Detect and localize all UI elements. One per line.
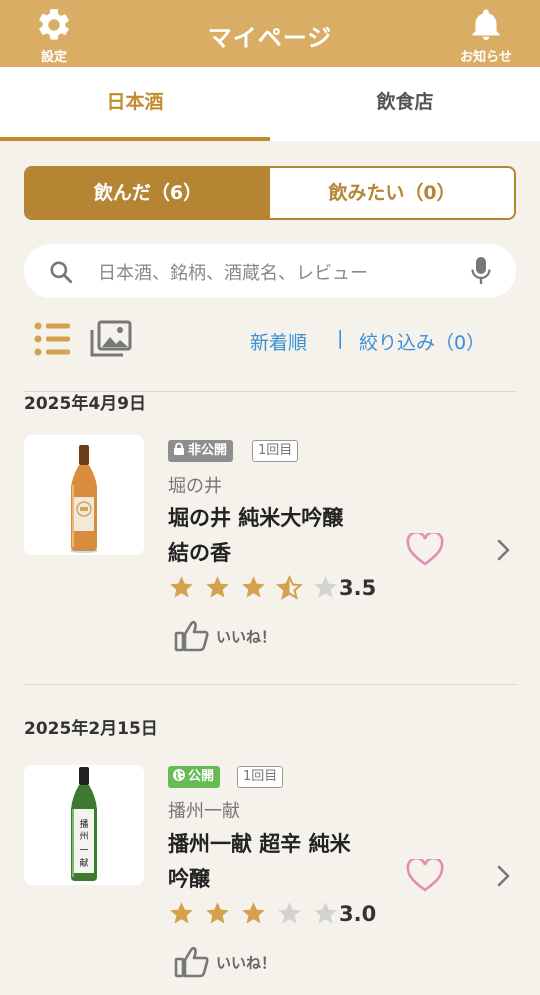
like-label: いいね！: [216, 627, 277, 646]
like-button[interactable]: いいね！: [174, 620, 277, 652]
brewery-name: 播州一献: [168, 801, 240, 822]
notifications-label: お知らせ: [460, 50, 512, 65]
star-icon-empty: [278, 902, 302, 924]
globe-icon: [173, 769, 185, 781]
active-tab-indicator: [0, 137, 270, 141]
svg-text:一: 一: [79, 846, 88, 856]
drank-segment-button[interactable]: 飲んだ（6）: [26, 168, 270, 218]
svg-text:州: 州: [79, 831, 88, 842]
drink-count-badge: 1回目: [237, 766, 284, 788]
filter-button[interactable]: 絞り込み（0）: [359, 328, 485, 355]
sake-bottle-image[interactable]: 播 州 一 献: [24, 765, 144, 885]
sake-name[interactable]: 堀の井 純米大吟醸 結の香: [168, 501, 388, 571]
svg-text:献: 献: [79, 857, 88, 869]
star-icon-full: [170, 902, 193, 924]
search-bar[interactable]: 日本酒、銘柄、酒蔵名、レビュー: [24, 244, 516, 298]
rating-value: 3.0: [339, 902, 377, 926]
bottle-illustration: [70, 445, 98, 553]
sake-name-line2: 吟醸: [168, 867, 210, 891]
chevron-right-icon[interactable]: [496, 538, 512, 562]
sake-name-line1: 堀の井 純米大吟醸: [168, 506, 344, 530]
sake-name-line2: 結の香: [168, 541, 231, 565]
bottle-illustration: 播 州 一 献: [71, 767, 97, 881]
sake-name-line1: 播州一献 超辛 純米: [168, 832, 351, 856]
microphone-icon[interactable]: [470, 256, 492, 286]
entry-date: 2025年4月9日: [24, 394, 146, 414]
star-icon-full: [170, 576, 193, 598]
gallery-view-icon[interactable]: [90, 320, 132, 358]
toolbar-separator: |: [337, 327, 344, 349]
brewery-name: 堀の井: [168, 476, 222, 497]
visibility-label: 公開: [188, 769, 215, 784]
drink-count-badge: 1回目: [252, 440, 299, 462]
entry-date: 2025年2月15日: [24, 719, 158, 739]
drink-status-toggle: 飲んだ（6） 飲みたい（0）: [24, 166, 516, 220]
tab-restaurants[interactable]: 飲食店: [270, 67, 540, 141]
search-input[interactable]: 日本酒、銘柄、酒蔵名、レビュー: [98, 259, 368, 285]
heart-icon[interactable]: [406, 533, 444, 567]
category-tabs: 日本酒 飲食店: [0, 67, 540, 141]
star-rating: [168, 574, 343, 602]
sake-name[interactable]: 播州一献 超辛 純米 吟醸: [168, 827, 388, 897]
bell-icon: [472, 9, 500, 40]
heart-icon[interactable]: [406, 859, 444, 893]
want-to-drink-segment-button[interactable]: 飲みたい（0）: [270, 168, 514, 218]
list-view-icon[interactable]: [34, 322, 72, 356]
chevron-right-icon[interactable]: [496, 864, 512, 888]
view-toolbar: 新着順 | 絞り込み（0）: [24, 318, 516, 362]
sort-newest-button[interactable]: 新着順: [250, 328, 307, 355]
visibility-badge: 公開: [168, 766, 221, 788]
notifications-button[interactable]: お知らせ: [446, 6, 526, 65]
thumbs-up-icon: [174, 946, 209, 978]
like-label: いいね！: [216, 953, 277, 972]
svg-text:播: 播: [79, 818, 88, 830]
star-icon-empty: [314, 902, 338, 924]
star-icon-full: [206, 902, 229, 924]
sake-bottle-image[interactable]: [24, 435, 144, 555]
thumbs-up-icon: [174, 620, 209, 652]
visibility-label: 非公開: [188, 443, 228, 458]
lock-icon: [174, 442, 184, 455]
rating-value: 3.5: [339, 576, 377, 600]
like-button[interactable]: いいね！: [174, 946, 277, 978]
star-icon-half: [276, 574, 304, 600]
app-header: 設定 マイページ お知らせ: [0, 0, 540, 67]
divider: [24, 684, 516, 685]
star-icon-full: [242, 902, 265, 924]
visibility-badge: 非公開: [168, 440, 234, 462]
search-icon: [50, 261, 73, 284]
star-icon-empty: [314, 576, 338, 598]
star-icon-full: [242, 576, 265, 598]
star-rating: [168, 900, 343, 928]
star-icon-full: [206, 576, 229, 598]
tab-sake[interactable]: 日本酒: [0, 67, 270, 141]
